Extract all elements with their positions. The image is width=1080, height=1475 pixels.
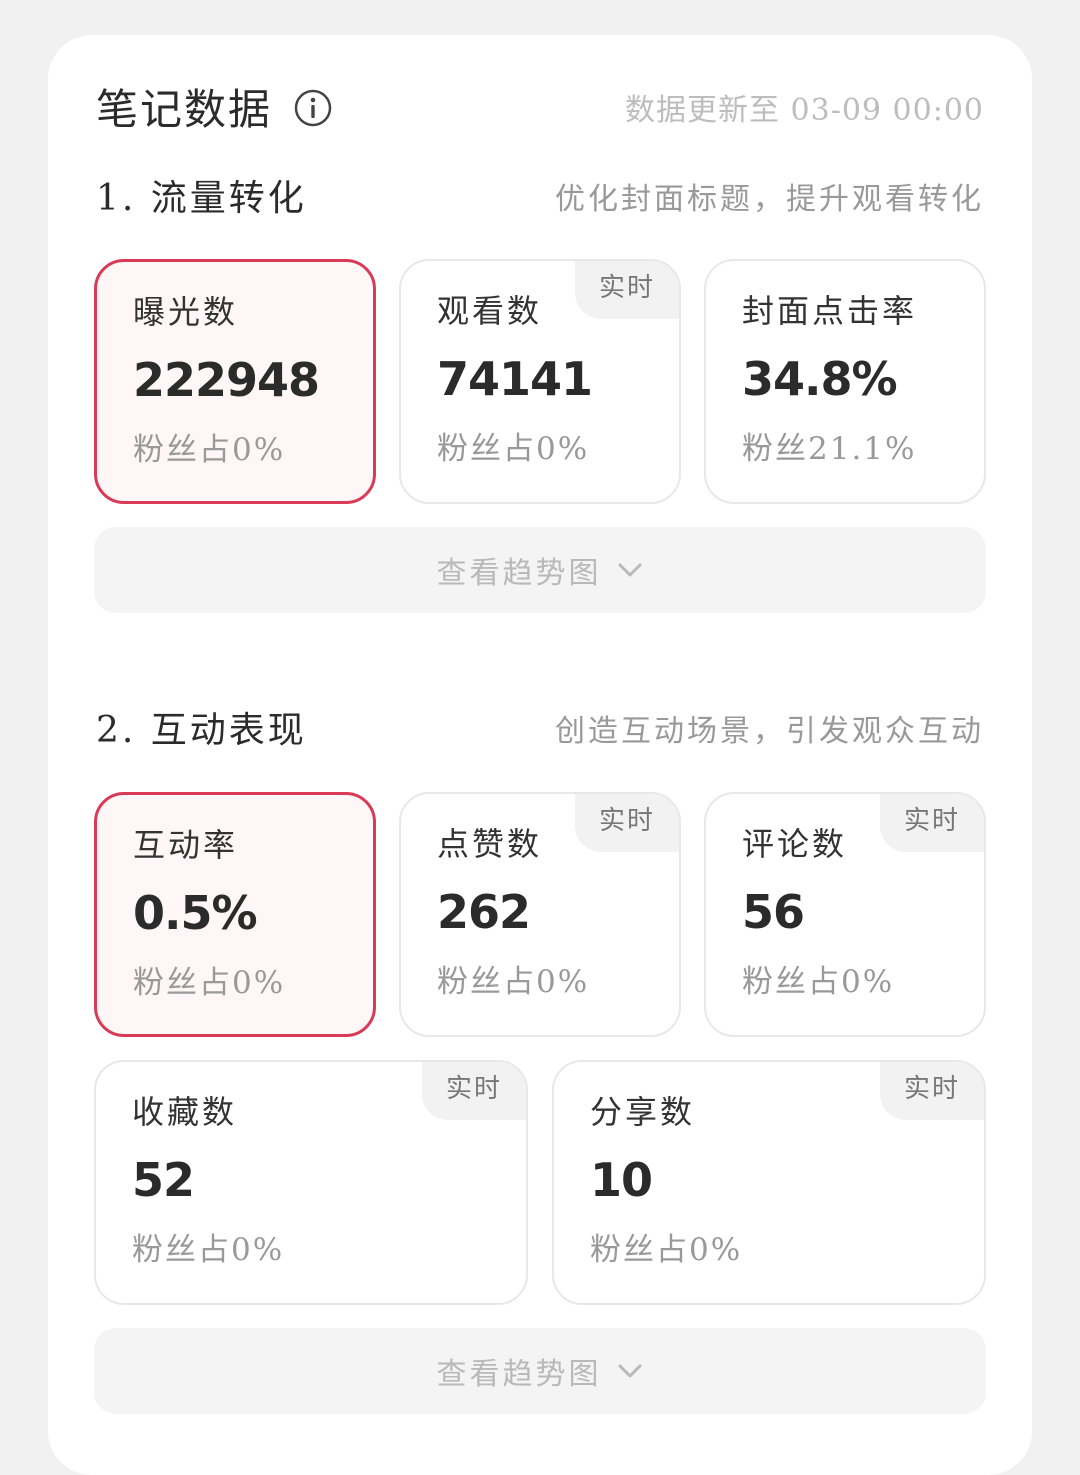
note-data-card: 笔记数据 数据更新至 03-09 00:00 1. 流量转化 优化封面标题，提升… (48, 35, 1032, 1475)
section-hint-engagement: 创造互动场景，引发观众互动 (555, 714, 984, 749)
realtime-badge: 实时 (422, 1062, 526, 1120)
section-title-engagement: 2. 互动表现 (96, 710, 307, 751)
metric-card-saves[interactable]: 实时 收藏数 52 粉丝占0% (94, 1060, 528, 1305)
info-icon[interactable] (294, 89, 332, 127)
page-title: 笔记数据 (96, 85, 273, 134)
metric-value: 74141 (437, 352, 593, 406)
metric-card-views[interactable]: 实时 观看数 74141 粉丝占0% (399, 259, 681, 504)
metric-fan-share: 粉丝占0% (133, 432, 286, 468)
metric-card-cover-ctr[interactable]: 封面点击率 34.8% 粉丝21.1% (704, 259, 986, 504)
section-title-traffic: 1. 流量转化 (96, 178, 307, 219)
metric-label: 收藏数 (132, 1093, 238, 1131)
realtime-badge: 实时 (575, 794, 679, 852)
metric-label: 互动率 (133, 826, 239, 864)
metric-card-engagement-rate[interactable]: 互动率 0.5% 粉丝占0% (94, 792, 376, 1037)
realtime-badge: 实时 (575, 261, 679, 319)
metric-value: 56 (742, 885, 805, 939)
metric-label: 点赞数 (437, 825, 543, 863)
metric-value: 34.8% (742, 352, 898, 406)
metric-value: 262 (437, 885, 531, 939)
metric-fan-share: 粉丝占0% (437, 431, 590, 467)
metric-label: 观看数 (437, 292, 543, 330)
view-trend-button[interactable]: 查看趋势图 (94, 527, 986, 613)
metric-fan-share: 粉丝21.1% (742, 431, 917, 467)
metric-value: 52 (132, 1153, 195, 1207)
metric-label: 分享数 (590, 1093, 696, 1131)
section-hint-traffic: 优化封面标题，提升观看转化 (555, 182, 984, 217)
metric-label: 封面点击率 (742, 292, 918, 330)
view-trend-button[interactable]: 查看趋势图 (94, 1328, 986, 1414)
metric-card-shares[interactable]: 实时 分享数 10 粉丝占0% (552, 1060, 986, 1305)
metric-label: 评论数 (742, 825, 848, 863)
metric-card-impressions[interactable]: 曝光数 222948 粉丝占0% (94, 259, 376, 504)
chevron-down-icon (618, 563, 641, 577)
view-trend-label: 查看趋势图 (436, 1357, 602, 1392)
metric-fan-share: 粉丝占0% (590, 1232, 743, 1268)
metric-fan-share: 粉丝占0% (132, 1232, 285, 1268)
view-trend-label: 查看趋势图 (436, 556, 602, 591)
metric-value: 0.5% (133, 886, 258, 940)
realtime-badge: 实时 (880, 794, 984, 852)
metric-fan-share: 粉丝占0% (133, 965, 286, 1001)
metric-label: 曝光数 (133, 293, 239, 331)
update-timestamp: 数据更新至 03-09 00:00 (624, 93, 984, 128)
metric-value: 10 (590, 1153, 653, 1207)
metric-fan-share: 粉丝占0% (742, 964, 895, 1000)
metric-value: 222948 (133, 353, 320, 407)
metric-card-comments[interactable]: 实时 评论数 56 粉丝占0% (704, 792, 986, 1037)
metric-fan-share: 粉丝占0% (437, 964, 590, 1000)
metric-card-likes[interactable]: 实时 点赞数 262 粉丝占0% (399, 792, 681, 1037)
chevron-down-icon (618, 1364, 641, 1378)
realtime-badge: 实时 (880, 1062, 984, 1120)
